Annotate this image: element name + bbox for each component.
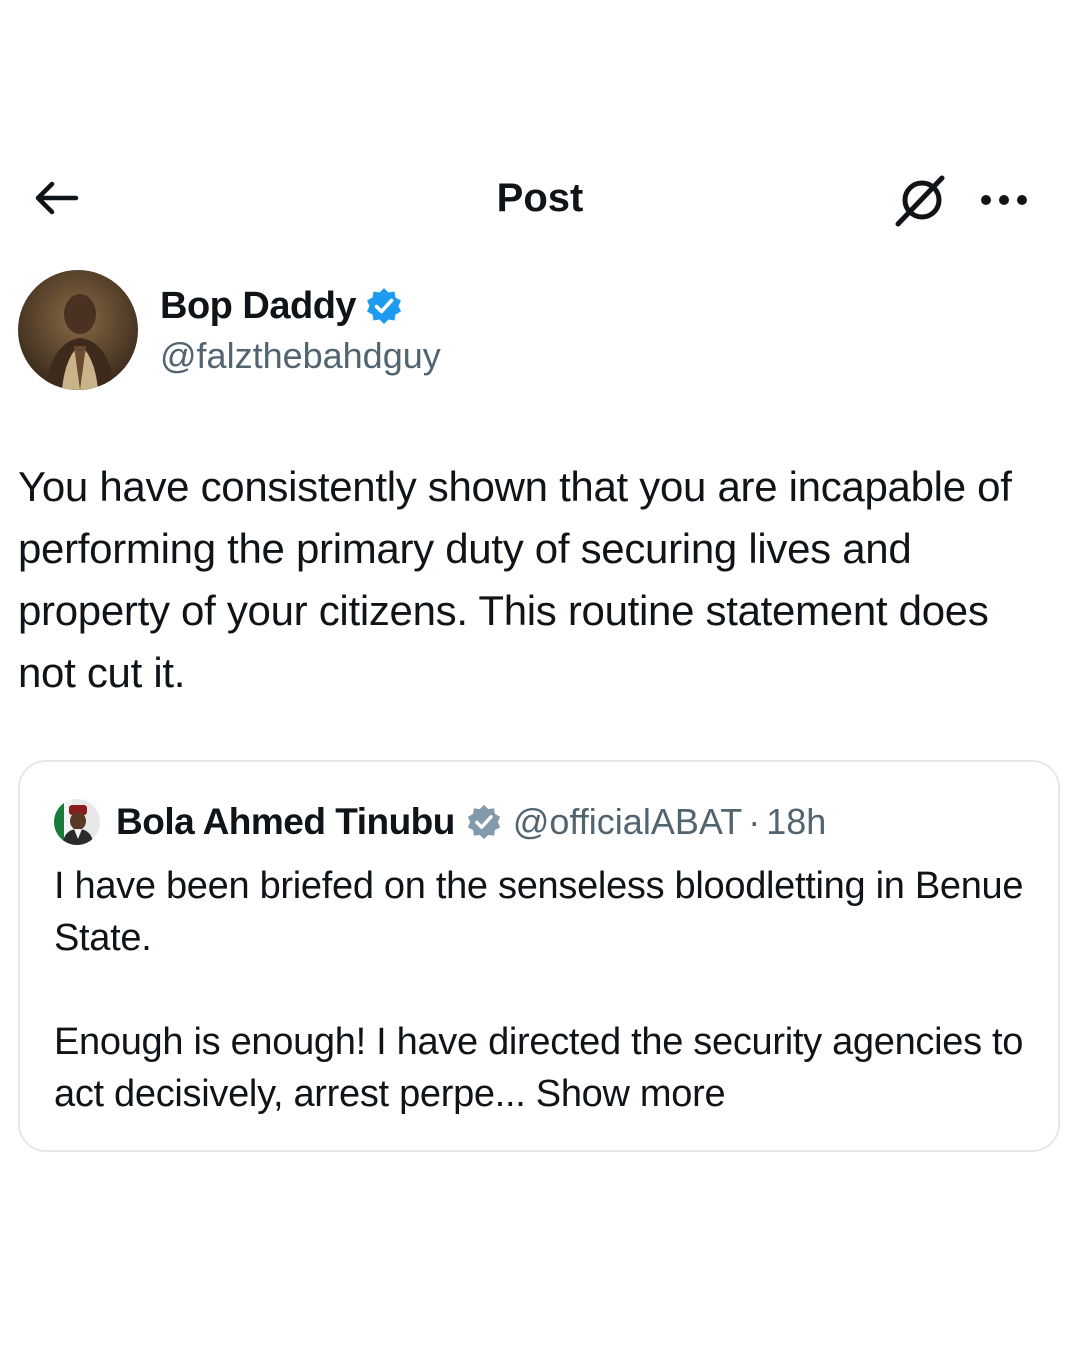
grok-icon: [895, 175, 945, 227]
show-more-link[interactable]: Show more: [536, 1073, 726, 1115]
quote-author-name: Bola Ahmed Tinubu: [116, 801, 455, 842]
quote-text: I have been briefed on the senseless blo…: [54, 860, 1024, 1120]
verified-badge-icon: [467, 804, 501, 840]
author-handle[interactable]: @falzthebahdguy: [160, 334, 441, 378]
post-author: Bop Daddy @falzthebahdguy: [18, 270, 1058, 394]
more-horizontal-icon: [981, 195, 1027, 205]
verified-badge-icon: [367, 288, 402, 324]
quote-timestamp: 18h: [766, 801, 827, 842]
top-bar: Post: [0, 160, 1080, 236]
quote-avatar-image: [54, 799, 100, 845]
quote-paragraph: Enough is enough! I have directed the se…: [54, 1016, 1024, 1120]
more-options-button[interactable]: [974, 180, 1034, 220]
separator-dot: ·: [748, 801, 761, 842]
quote-avatar: [54, 799, 100, 845]
grok-button[interactable]: [892, 170, 952, 230]
quote-author-handle: @officialABAT: [512, 801, 743, 842]
avatar[interactable]: [18, 270, 138, 390]
quoted-post[interactable]: Bola Ahmed Tinubu @officialABAT · 18h I …: [18, 760, 1060, 1152]
quote-header: Bola Ahmed Tinubu @officialABAT · 18h: [54, 796, 826, 848]
author-avatar-image: [18, 270, 138, 390]
quote-paragraph: I have been briefed on the senseless blo…: [54, 865, 1024, 959]
author-name-row: Bop Daddy: [160, 284, 404, 328]
post-text: You have consistently shown that you are…: [18, 463, 1012, 696]
author-name[interactable]: Bop Daddy: [160, 284, 357, 328]
